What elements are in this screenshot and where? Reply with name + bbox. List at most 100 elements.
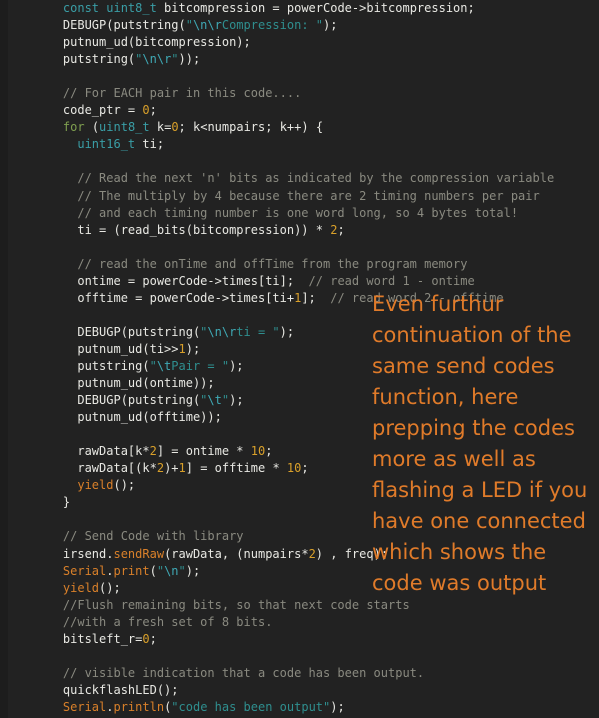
code-line[interactable]: bitsleft_r=0; — [8, 631, 599, 648]
code-line[interactable]: // read the onTime and offTime from the … — [8, 256, 599, 273]
code-token-com: // Send Code with library — [34, 529, 244, 544]
code-token-plain: ); — [229, 393, 244, 408]
code-token-plain: ] = offtime * — [185, 461, 287, 476]
code-line[interactable] — [8, 153, 599, 170]
code-token-com: // Read the next 'n' bits as indicated b… — [34, 171, 555, 186]
code-token-str: "code has been output" — [171, 699, 331, 714]
code-token-yield: yield — [62, 580, 100, 595]
code-token-num: 2 — [149, 444, 157, 459]
code-line[interactable]: putstring("\n\r")); — [8, 51, 599, 68]
code-line[interactable] — [8, 648, 599, 665]
code-token-num: 0 — [142, 103, 150, 118]
code-token-kw: uint8_t — [99, 120, 150, 135]
code-token-plain: ( — [84, 120, 100, 135]
annotation-line: function, here — [372, 385, 519, 409]
code-token-com: //Flush remaining bits, so that next cod… — [34, 597, 410, 612]
code-token-plain: bitcompression = powerCode->bitcompressi… — [156, 1, 475, 15]
code-token-plain: ); — [229, 358, 244, 373]
code-token-esc: \n\r — [192, 18, 222, 33]
code-token-com: // visible indication that a code has be… — [34, 665, 425, 680]
code-token-plain: putnum_ud(bitcompression); — [34, 35, 251, 50]
code-token-com: // read the onTime and offTime from the … — [34, 256, 468, 271]
code-token-obj: Serial — [34, 563, 107, 578]
code-token-esc: \n\r — [142, 52, 172, 67]
code-token-plain: bitsleft_r= — [34, 631, 143, 646]
code-token-obj: Serial — [34, 699, 107, 714]
code-token-plain: ; k<numpairs; k++) { — [178, 120, 324, 135]
code-token-plain: ; — [301, 461, 309, 476]
annotation-line: same send codes — [372, 354, 555, 378]
code-token-com: // read word 1 - ontime — [308, 273, 475, 288]
code-line[interactable]: //Flush remaining bits, so that next cod… — [8, 597, 599, 614]
code-token-plain: putnum_ud(offtime)); — [34, 410, 222, 425]
code-line[interactable]: putnum_ud(bitcompression); — [8, 34, 599, 51]
code-line[interactable]: //with a fresh set of 8 bits. — [8, 614, 599, 631]
annotation-line: code was output — [372, 571, 547, 595]
code-token-num: 10 — [286, 461, 302, 476]
code-line[interactable]: const uint8_t bitcompression = powerCode… — [8, 0, 599, 17]
code-token-plain: ); — [279, 324, 295, 339]
code-token-plain: ; — [149, 631, 157, 646]
annotation-overlay-text: Even furthur continuation of the same send… — [372, 289, 599, 599]
code-token-esc: \t — [207, 393, 222, 408]
code-editor-screenshot: const uint8_t bitcompression = powerCode… — [0, 0, 599, 718]
code-line[interactable]: uint16_t ti; — [8, 136, 599, 153]
code-line[interactable]: ontime = powerCode->times[ti]; // read w… — [8, 273, 599, 290]
code-line[interactable] — [8, 239, 599, 256]
code-line[interactable]: // The multiply by 4 because there are 2… — [8, 188, 599, 205]
code-line[interactable]: // For EACH pair in this code.... — [8, 85, 599, 102]
code-line[interactable]: code_ptr = 0; — [8, 102, 599, 119]
editor-gutter — [0, 0, 8, 718]
code-token-plain: ti = (read_bits(bitcompression)) * — [34, 222, 331, 237]
code-token-str: ti = " — [236, 324, 280, 339]
code-token-str: " — [221, 393, 230, 408]
code-token-esc: \n\r — [207, 324, 237, 339]
code-token-num: 0 — [171, 120, 179, 135]
code-token-plain: rawData[k* — [34, 444, 150, 459]
code-line[interactable] — [8, 68, 599, 85]
code-token-plain: ]; — [301, 290, 331, 305]
annotation-line: continuation of the — [372, 323, 572, 347]
code-token-num: 1 — [178, 461, 186, 476]
code-line[interactable]: ti = (read_bits(bitcompression)) * 2; — [8, 222, 599, 239]
code-token-plain: rawData[(k* — [34, 461, 157, 476]
code-token-plain: quickflashLED(); — [34, 682, 179, 697]
code-token-obj: println — [113, 699, 165, 714]
code-token-plain: ; — [149, 103, 157, 118]
code-token-plain: (rawData, (numpairs* — [164, 546, 309, 561]
code-line[interactable]: DEBUGP(putstring("\n\rCompression: "); — [8, 17, 599, 34]
code-token-num: 1 — [178, 341, 186, 356]
annotation-line: have one connected — [372, 509, 586, 533]
code-line[interactable]: quickflashLED(); — [8, 682, 599, 699]
code-token-plain: )); — [178, 52, 201, 67]
code-token-str: Pair = " — [171, 358, 230, 373]
annotation-line: more as well as — [372, 447, 536, 471]
code-line[interactable]: // Read the next 'n' bits as indicated b… — [8, 170, 599, 187]
code-token-plain: } — [34, 495, 71, 510]
code-token-plain: )+ — [164, 461, 179, 476]
code-token-esc: \t — [156, 358, 172, 373]
code-token-plain: ; — [337, 222, 345, 237]
code-token-plain: (); — [113, 478, 136, 493]
code-token-plain: irsend. — [34, 546, 114, 561]
code-token-plain: k= — [149, 120, 172, 135]
code-line[interactable]: // visible indication that a code has be… — [8, 665, 599, 682]
code-token-plain: (); — [99, 580, 121, 595]
code-token-plain: DEBUGP(putstring( — [34, 18, 186, 33]
code-token-num: 2 — [308, 546, 316, 561]
code-line[interactable]: // and each timing number is one word lo… — [8, 205, 599, 222]
code-token-plain: DEBUGP(putstring( — [34, 393, 201, 408]
annotation-line: which shows the — [372, 540, 547, 564]
code-token-com: // For EACH pair in this code.... — [34, 86, 302, 101]
code-token-str: " — [149, 358, 157, 373]
code-line[interactable]: Serial.println("code has been output"); — [8, 699, 599, 716]
code-token-plain: ] = ontime * — [156, 444, 251, 459]
code-token-num: 2 — [156, 461, 165, 476]
code-token-esc: \n — [164, 563, 179, 578]
code-line[interactable]: for (uint8_t k=0; k<numpairs; k++) { — [8, 119, 599, 136]
annotation-line: flashing a LED if you — [372, 478, 588, 502]
